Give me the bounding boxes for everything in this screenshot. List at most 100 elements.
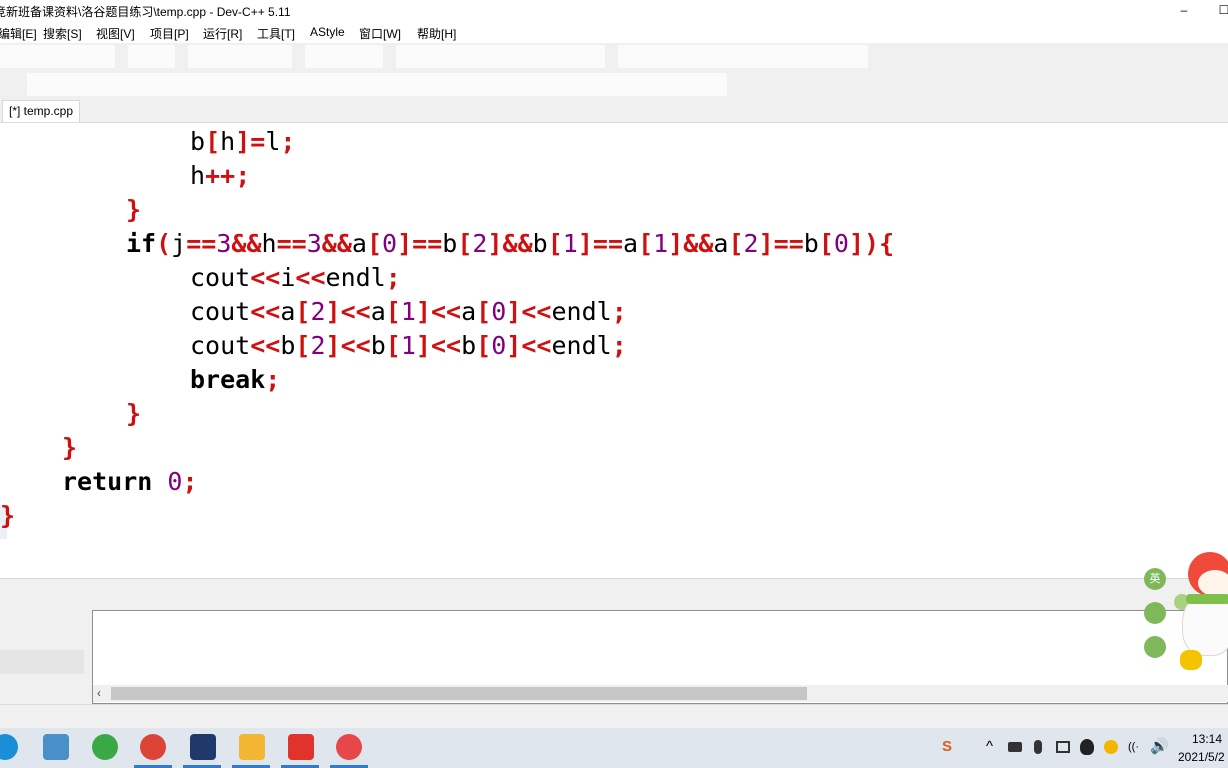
menu-view[interactable]: 视图[V]	[96, 25, 135, 42]
symbol-token: <	[446, 331, 462, 360]
symbol-token: =	[276, 229, 292, 258]
identifier-token: a	[280, 297, 296, 326]
number-token: 3	[216, 229, 232, 258]
tab-temp-cpp[interactable]: [*] temp.cpp	[2, 100, 81, 122]
symbol-token: [	[295, 297, 311, 326]
symbol-token: <	[250, 263, 266, 292]
ie-icon[interactable]	[92, 734, 118, 760]
code-line[interactable]: cout<<b[2]<<b[1]<<b[0]<<endl;	[190, 329, 627, 363]
identifier-token: l	[265, 127, 281, 156]
maximize-button[interactable]: ☐	[1204, 0, 1228, 22]
ime-icon[interactable]: S	[942, 738, 952, 756]
menu-project[interactable]: 项目[P]	[150, 25, 189, 42]
scroll-left-arrow-icon[interactable]: ‹	[97, 685, 101, 702]
code-editor[interactable]: b[h]=l; h++;} if(j==3&&h==3&&a[0]==b[2]&&b…	[0, 123, 1228, 578]
code-line[interactable]: }	[126, 397, 141, 431]
menu-help[interactable]: 帮助[H]	[417, 25, 456, 42]
symbol-token: =	[291, 229, 307, 258]
toolbar-edit[interactable]	[128, 45, 175, 68]
panel-splitter[interactable]	[0, 578, 1228, 611]
symbol-token: ;	[611, 331, 627, 360]
toolbar-class-browser[interactable]	[27, 73, 727, 96]
symbol-token: =	[788, 229, 804, 258]
symbol-token: ;	[182, 467, 198, 496]
code-line[interactable]: }	[62, 431, 77, 465]
code-line[interactable]: return 0;	[62, 465, 198, 499]
identifier-token: b	[370, 331, 386, 360]
menu-edit[interactable]: 编辑[E]	[0, 25, 37, 42]
penguin-feet	[1180, 650, 1202, 670]
menu-tools[interactable]: 工具[T]	[257, 25, 295, 42]
symbol-token: &	[683, 229, 699, 258]
recorder-icon[interactable]	[336, 734, 362, 760]
microphone-icon[interactable]	[1034, 740, 1042, 754]
symbol-token: <	[250, 331, 266, 360]
symbol-token: (	[156, 229, 172, 258]
identifier-token: cout	[190, 331, 251, 360]
code-line[interactable]: b[h]=l;	[190, 125, 295, 159]
number-token: 1	[400, 331, 416, 360]
symbol-token: ]	[848, 229, 865, 258]
folder-icon[interactable]	[239, 734, 265, 760]
symbol-token: <	[430, 331, 447, 360]
symbol-token: <	[521, 331, 537, 360]
code-line[interactable]: }	[0, 499, 15, 533]
symbol-token: <	[265, 263, 281, 292]
symbol-token: <	[340, 297, 356, 326]
number-token: 3	[306, 229, 322, 258]
edge-icon[interactable]	[0, 734, 18, 760]
clock-date[interactable]: 2021/5/2	[1178, 750, 1225, 764]
number-token: 0	[491, 331, 507, 360]
app-tray-icon[interactable]	[1104, 740, 1118, 754]
toolbar-project[interactable]	[396, 45, 605, 68]
taskbar: S ^ ((· 🔊 13:14 2021/5/2	[0, 728, 1228, 768]
menu-window[interactable]: 窗口[W]	[359, 25, 401, 42]
code-line[interactable]: break;	[190, 363, 280, 397]
show-hidden-icons-icon[interactable]: ^	[986, 738, 993, 756]
symbol-token: ;	[265, 365, 281, 394]
symbol-token: &	[502, 229, 518, 258]
toolbar-compile[interactable]	[305, 45, 383, 68]
qq-icon[interactable]	[1080, 739, 1094, 755]
symbol-token: [	[295, 331, 311, 360]
flower-icon[interactable]: 英	[1144, 568, 1166, 590]
window-title: 竞新班备课资料\洛谷题目练习\temp.cpp - Dev-C++ 5.11	[0, 5, 291, 19]
identifier-token: cout	[190, 297, 251, 326]
code-line[interactable]: }	[126, 193, 141, 227]
chrome-icon[interactable]	[140, 734, 166, 760]
keyword-token: if	[126, 229, 157, 258]
devcpp-icon[interactable]	[190, 734, 216, 760]
symbol-token: ;	[235, 161, 251, 190]
menu-astyle[interactable]: AStyle	[310, 25, 345, 39]
symbol-token: +	[205, 161, 221, 190]
battery-icon[interactable]	[1008, 742, 1022, 752]
wifi-icon[interactable]: ((·	[1128, 738, 1139, 756]
toolbar-misc[interactable]	[618, 45, 868, 68]
identifier-token: b	[190, 127, 206, 156]
menu-search[interactable]: 搜索[S]	[43, 25, 82, 42]
identifier-token: b	[280, 331, 296, 360]
desktop-pet[interactable]: 英	[1138, 550, 1228, 675]
symbol-token: &	[246, 229, 262, 258]
horizontal-scrollbar[interactable]: ‹	[93, 685, 1228, 702]
code-line[interactable]: cout<<i<<endl;	[190, 261, 401, 295]
code-line[interactable]: if(j==3&&h==3&&a[0]==b[2]&&b[1]==a[1]&&a…	[126, 227, 894, 261]
clock-time[interactable]: 13:14	[1192, 732, 1222, 746]
toolbar-file[interactable]	[0, 45, 115, 68]
search-icon[interactable]	[43, 734, 69, 760]
toolbar-search[interactable]	[188, 45, 292, 68]
scrollbar-thumb[interactable]	[111, 687, 807, 700]
bottom-panel-tab-strip[interactable]	[0, 650, 84, 674]
symbol-token: ;	[611, 297, 627, 326]
menu-bar: 编辑[E] 搜索[S] 视图[V] 项目[P] 运行[R] 工具[T] ASty…	[0, 22, 1228, 43]
volume-icon[interactable]: 🔊	[1150, 738, 1169, 756]
symbol-token: &	[698, 229, 714, 258]
symbol-token: <	[446, 297, 462, 326]
symbol-token: [	[547, 229, 563, 258]
wps-icon[interactable]	[288, 734, 314, 760]
menu-run[interactable]: 运行[R]	[203, 25, 242, 42]
minimize-button[interactable]: –	[1164, 0, 1204, 22]
code-line[interactable]: h++;	[190, 159, 250, 193]
display-icon[interactable]	[1056, 741, 1070, 753]
code-line[interactable]: cout<<a[2]<<a[1]<<a[0]<<endl;	[190, 295, 627, 329]
